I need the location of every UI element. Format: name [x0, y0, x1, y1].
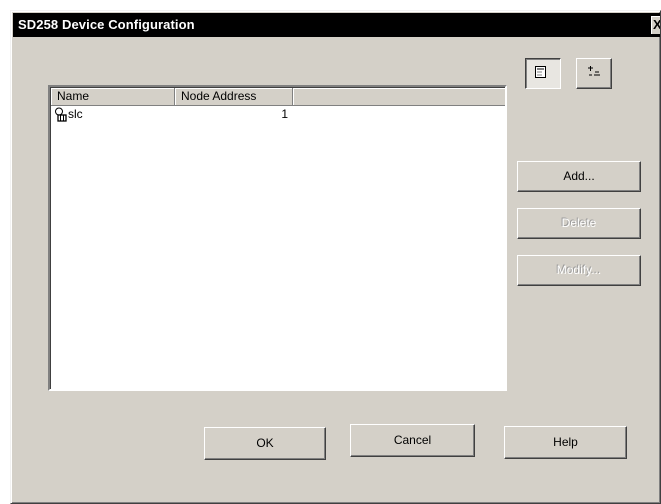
cancel-button[interactable]: Cancel — [350, 424, 475, 457]
ok-button[interactable]: OK — [204, 427, 326, 460]
column-header-empty[interactable] — [293, 88, 505, 105]
delete-button[interactable]: Delete — [517, 208, 641, 239]
sort-icon — [588, 66, 600, 76]
device-list[interactable]: Name Node Address slc 1 — [48, 85, 507, 391]
column-header-name[interactable]: Name — [51, 88, 175, 105]
list-item-node-address: 1 — [281, 107, 288, 121]
list-item[interactable]: slc 1 — [51, 107, 351, 123]
add-button[interactable]: Add... — [517, 161, 641, 192]
device-node-icon — [55, 107, 67, 122]
help-button[interactable]: Help — [504, 426, 627, 459]
close-icon: X — [653, 18, 660, 32]
list-item-name: slc — [68, 107, 83, 121]
column-header-node-address[interactable]: Node Address — [175, 88, 293, 105]
device-configuration-dialog: SD258 Device Configuration X Name Node A… — [10, 10, 661, 504]
title-bar[interactable]: SD258 Device Configuration X — [13, 13, 660, 37]
close-button[interactable]: X — [651, 16, 660, 34]
list-header: Name Node Address — [51, 88, 505, 106]
list-view-icon — [535, 66, 546, 78]
list-view-button[interactable] — [525, 58, 561, 89]
modify-button[interactable]: Modify... — [517, 255, 641, 286]
sort-button[interactable] — [576, 58, 612, 89]
window-title: SD258 Device Configuration — [18, 17, 195, 32]
